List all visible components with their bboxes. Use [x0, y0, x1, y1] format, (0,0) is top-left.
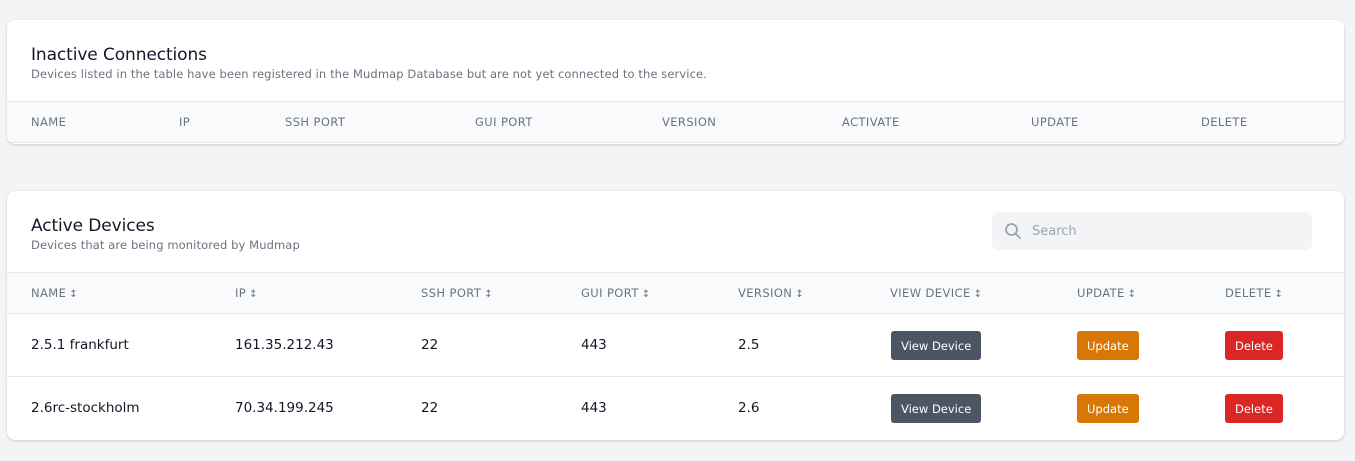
sort-icon: ↕ — [973, 289, 983, 300]
device-ssh-port: 22 — [421, 400, 439, 416]
sort-icon: ↕ — [69, 289, 79, 300]
device-ip: 70.34.199.245 — [235, 400, 334, 416]
inactive-connections-title: Inactive Connections — [31, 45, 207, 65]
view-device-button[interactable]: View Device — [891, 331, 982, 360]
column-header-name-label: NAME — [31, 286, 67, 300]
device-version: 2.5 — [738, 337, 760, 353]
device-name: 2.5.1 frankfurt — [31, 337, 129, 353]
active-table-body: 2.5.1 frankfurt 161.35.212.43 22 443 2.5… — [7, 314, 1344, 440]
inactive-connections-subtitle: Devices listed in the table have been re… — [31, 67, 707, 81]
column-header-ssh-port: SSH PORT — [285, 115, 346, 129]
sort-icon: ↕ — [249, 289, 258, 300]
device-ip: 161.35.212.43 — [235, 337, 334, 353]
delete-button[interactable]: Delete — [1225, 331, 1283, 360]
column-header-ip[interactable]: IP ↕ — [235, 286, 258, 300]
sort-icon: ↕ — [484, 289, 494, 300]
column-header-version[interactable]: VERSION ↕ — [738, 286, 804, 300]
column-header-ip-label: IP — [235, 286, 247, 300]
column-header-delete[interactable]: DELETE ↕ — [1225, 286, 1283, 300]
column-header-gui-port[interactable]: GUI PORT ↕ — [581, 286, 651, 300]
sort-icon: ↕ — [1127, 289, 1137, 300]
active-devices-subtitle: Devices that are being monitored by Mudm… — [31, 238, 300, 252]
inactive-table-header: NAME IP SSH PORT GUI PORT VERSION ACTIVA… — [7, 102, 1344, 143]
column-header-ssh-port[interactable]: SSH PORT ↕ — [421, 286, 493, 300]
sort-icon: ↕ — [795, 289, 805, 300]
column-header-view-device-label: VIEW DEVICE — [890, 286, 971, 300]
column-header-ssh-port-label: SSH PORT — [421, 286, 482, 300]
device-version: 2.6 — [738, 400, 760, 416]
device-name: 2.6rc-stockholm — [31, 400, 140, 416]
column-header-ip: IP — [179, 115, 191, 129]
column-header-delete: DELETE — [1201, 115, 1248, 129]
search-box — [992, 212, 1312, 250]
search-icon — [1004, 222, 1022, 240]
column-header-version-label: VERSION — [738, 286, 793, 300]
sort-icon: ↕ — [641, 289, 651, 300]
active-table-header: NAME ↕ IP ↕ SSH PORT ↕ GUI PORT ↕ VERSION ↕ V… — [7, 273, 1344, 314]
table-row: 2.5.1 frankfurt 161.35.212.43 22 443 2.5… — [7, 314, 1344, 377]
update-button[interactable]: Update — [1077, 331, 1139, 360]
column-header-delete-label: DELETE — [1225, 286, 1272, 300]
column-header-name: NAME — [31, 115, 67, 129]
column-header-gui-port: GUI PORT — [475, 115, 533, 129]
active-card-header: Active Devices Devices that are being mo… — [7, 191, 1344, 273]
device-gui-port: 443 — [581, 337, 607, 353]
column-header-update[interactable]: UPDATE ↕ — [1077, 286, 1136, 300]
column-header-view-device[interactable]: VIEW DEVICE ↕ — [890, 286, 982, 300]
search-input[interactable] — [1032, 212, 1302, 250]
column-header-update: UPDATE — [1031, 115, 1079, 129]
active-devices-title: Active Devices — [31, 216, 155, 236]
column-header-version: VERSION — [662, 115, 717, 129]
view-device-button[interactable]: View Device — [891, 394, 982, 423]
update-button[interactable]: Update — [1077, 394, 1139, 423]
inactive-card-header: Inactive Connections Devices listed in t… — [7, 20, 1344, 102]
table-row: 2.6rc-stockholm 70.34.199.245 22 443 2.6… — [7, 377, 1344, 440]
column-header-gui-port-label: GUI PORT — [581, 286, 639, 300]
column-header-update-label: UPDATE — [1077, 286, 1125, 300]
device-ssh-port: 22 — [421, 337, 439, 353]
sort-icon: ↕ — [1274, 289, 1284, 300]
delete-button[interactable]: Delete — [1225, 394, 1283, 423]
inactive-connections-card: Inactive Connections Devices listed in t… — [7, 20, 1344, 144]
active-devices-card: Active Devices Devices that are being mo… — [7, 191, 1344, 440]
column-header-name[interactable]: NAME ↕ — [31, 286, 78, 300]
column-header-activate: ACTIVATE — [842, 115, 900, 129]
device-gui-port: 443 — [581, 400, 607, 416]
